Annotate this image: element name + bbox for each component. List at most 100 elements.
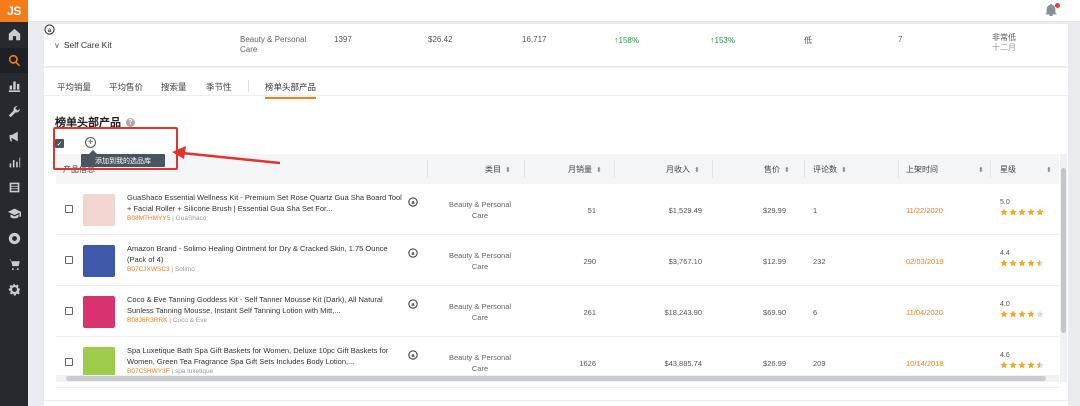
summary-name[interactable]: ∨ Self Care Kit [54,40,112,50]
product-asin-brand: B08J6R3RRK | Coco & Eve [127,317,208,324]
help-icon[interactable]: ? [126,117,135,127]
product-brand: GuaShaco [175,215,207,222]
col-price[interactable]: 售价 ⬍ [764,164,790,175]
rating-stars [1000,259,1044,267]
scroll-thumb[interactable] [66,376,1046,381]
sort-icon[interactable]: ⬍ [694,167,700,174]
horizontal-scrollbar[interactable] [56,375,1059,382]
star-icon [1036,259,1044,267]
sort-icon[interactable]: ⬍ [978,167,984,174]
summary-season: 非常低 十二月 [992,33,1016,52]
star-icon [1018,208,1026,216]
megaphone-icon[interactable] [0,124,28,150]
product-monthly-revenue: $1,529.49 [668,206,702,215]
keyword-summary-row[interactable]: ∨ Self Care Kit a Beauty & Personal Care… [44,24,1068,66]
product-thumbnail[interactable] [83,194,115,226]
sort-icon[interactable]: ⬍ [505,167,511,174]
col-divider [804,160,805,178]
notification-bell-icon[interactable] [1044,3,1060,19]
rating-value: 4.4 [1000,250,1010,257]
rating-stars [1000,361,1044,369]
table-row[interactable]: Amazon Brand - Solimo Healing Ointment f… [56,235,1059,286]
col-category[interactable]: 类目 ⬍ [485,164,511,175]
tools-icon[interactable] [0,99,28,125]
amazon-icon[interactable]: a [408,350,418,360]
product-price: $29.99 [763,206,786,215]
tab-seasonality[interactable]: 季节性 [206,81,232,93]
amazon-icon[interactable]: a [408,299,418,309]
amazon-icon[interactable]: a [408,197,418,207]
product-title[interactable]: Coco & Eve Tanning Goddess Kit - Self Ta… [127,294,403,316]
product-asin[interactable]: B07C5HWY3F [127,368,170,375]
star-icon [1027,310,1035,318]
product-category: Beauty & Personal Care [448,353,512,373]
product-asin[interactable]: B08J6R3RRK [127,317,167,324]
product-title[interactable]: GuaShaco Essential Wellness Kit - Premiu… [127,192,403,214]
product-brand: spa luxetique [174,368,214,375]
col-monthly-revenue[interactable]: 月收入 ⬍ [666,164,700,175]
col-monthly-sales[interactable]: 月销量 ⬍ [568,164,602,175]
star-icon [1009,208,1017,216]
tab-avg-sales[interactable]: 平均销量 [57,81,91,93]
summary-avg-price: $26.42 [428,35,453,44]
col-reviews[interactable]: 评论数 ⬍ [813,164,847,175]
app-logo[interactable]: JS [0,0,28,22]
summary-competition: 低 [804,36,812,45]
chevron-down-icon[interactable]: ∨ [54,41,60,50]
star-icon [1027,208,1035,216]
svg-text:a: a [48,28,52,34]
cart-icon[interactable] [0,252,28,278]
tab-divider [248,80,249,92]
col-divider [898,160,899,178]
product-thumbnail[interactable] [83,296,115,328]
home-icon[interactable] [0,22,28,48]
table-row[interactable]: Coco & Eve Tanning Goddess Kit - Self Ta… [56,286,1059,337]
product-review-count: 6 [813,308,818,317]
sort-icon[interactable]: ⬍ [1046,167,1052,174]
product-monthly-revenue: $18,243.90 [664,308,702,317]
graduation-icon[interactable] [0,201,28,227]
product-thumbnail[interactable] [83,245,115,277]
product-review-count: 232 [813,257,826,266]
settings-icon[interactable] [0,277,28,303]
chrome-icon[interactable] [0,226,28,252]
row-checkbox[interactable] [65,358,73,366]
col-divider [524,160,525,178]
rating-value: 4.6 [1000,352,1010,359]
bars-icon[interactable] [0,150,28,176]
list-icon[interactable] [0,175,28,201]
col-divider [427,160,428,178]
table-row[interactable]: GuaShaco Essential Wellness Kit - Premiu… [56,184,1059,235]
rating-value: 4.0 [1000,301,1010,308]
product-title[interactable]: Spa Luxetique Bath Spa Gift Baskets for … [127,345,403,367]
star-icon [1000,310,1008,318]
row-checkbox[interactable] [65,256,73,264]
col-divider [990,160,991,178]
sort-icon[interactable]: ⬍ [596,167,602,174]
scroll-thumb[interactable] [1061,168,1066,333]
summary-growth-2: ↑153% [710,35,735,45]
col-listed-date[interactable]: 上架时间 ⬍ [906,164,984,175]
tab-avg-price[interactable]: 平均售价 [109,81,143,93]
red-highlight-box [53,127,178,170]
row-checkbox[interactable] [65,205,73,213]
product-listed-date: 10/14/2018 [906,359,944,368]
product-asin[interactable]: B07CJXWSC3 [127,266,170,273]
amazon-icon[interactable]: a [408,248,418,258]
sort-icon[interactable]: ⬍ [784,167,790,174]
search-icon[interactable] [0,47,28,73]
col-rating[interactable]: 星级 ⬍ [1000,164,1052,175]
tab-search-volume[interactable]: 搜索量 [161,81,187,93]
chart-icon[interactable] [0,73,28,99]
tab-top-products[interactable]: 榜单头部产品 [265,81,317,99]
row-checkbox[interactable] [65,307,73,315]
col-divider [712,160,713,178]
vertical-scrollbar[interactable] [1060,154,1067,382]
product-title[interactable]: Amazon Brand - Solimo Healing Ointment f… [127,243,403,265]
product-price: $69.90 [763,308,786,317]
product-price: $12.99 [763,257,786,266]
amazon-icon[interactable]: a [44,24,55,35]
product-listed-date: 11/04/2020 [906,308,943,317]
product-asin[interactable]: B08MTHMYY5 [127,215,170,222]
sort-icon[interactable]: ⬍ [841,167,847,174]
